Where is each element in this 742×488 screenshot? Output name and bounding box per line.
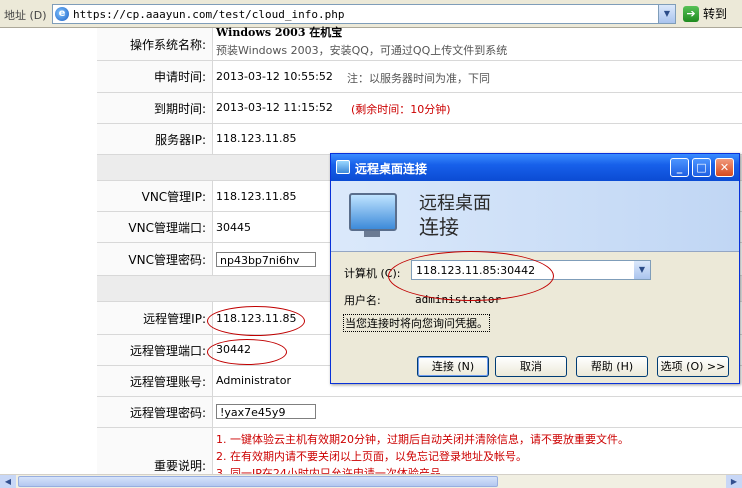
help-button[interactable]: 帮助 (H) <box>576 356 648 377</box>
remaining-time: (剩余时间：10分钟) <box>351 103 451 116</box>
row-expire-time: 到期时间: 2013-03-12 11:15:52 (剩余时间：10分钟) <box>97 93 742 124</box>
vnc-password-field[interactable]: np43bp7ni6hv <box>216 252 316 267</box>
label-remote-port: 远程管理端口: <box>97 335 213 365</box>
os-title: Windows 2003 在机宝 <box>216 26 343 39</box>
maximize-icon[interactable]: □ <box>692 158 711 177</box>
remote-desktop-dialog: 远程桌面连接 _ □ ✕ 远程桌面 连接 计算机 (C): 118.123.11… <box>330 153 740 384</box>
cancel-button[interactable]: 取消 <box>495 356 567 377</box>
go-button[interactable]: ➔ 转到 <box>683 5 727 23</box>
highlight-oval-remote-port <box>207 339 287 365</box>
highlight-oval-remote-ip <box>207 306 305 336</box>
label-vnc-port: VNC管理端口: <box>97 212 213 242</box>
address-input[interactable]: e https://cp.aaayun.com/test/cloud_info.… <box>52 4 676 24</box>
address-label: 地址 (D) <box>4 9 47 22</box>
monitor-stand <box>364 231 380 237</box>
expire-time-value: 2013-03-12 11:15:52 <box>216 101 333 114</box>
remote-password-field[interactable]: !yax7e45y9 <box>216 404 316 419</box>
close-icon[interactable]: ✕ <box>715 158 734 177</box>
vnc-ip-value: 118.123.11.85 <box>216 190 297 203</box>
highlight-oval-computer <box>388 251 554 301</box>
label-remote-password: 远程管理密码: <box>97 397 213 427</box>
address-bar: 地址 (D) e https://cp.aaayun.com/test/clou… <box>0 0 742 28</box>
options-button[interactable]: 选项 (O) >> <box>657 356 729 377</box>
ie-page-icon: e <box>55 7 69 21</box>
row-os: 操作系统名称: Windows 2003 在机宝 预装Windows 2003，… <box>97 26 742 61</box>
horizontal-scrollbar[interactable]: ◀ ▶ <box>0 474 742 488</box>
connect-button[interactable]: 连接 (N) <box>417 356 489 377</box>
chevron-down-icon[interactable]: ▼ <box>658 5 675 23</box>
dialog-banner: 远程桌面 连接 <box>331 181 739 252</box>
go-arrow-icon: ➔ <box>683 5 699 22</box>
label-os: 操作系统名称: <box>97 28 213 60</box>
row-remote-password: 远程管理密码: !yax7e45y9 <box>97 397 742 428</box>
scroll-thumb[interactable] <box>18 476 498 487</box>
os-desc: 预装Windows 2003，安装QQ，可通过QQ上传文件到系统 <box>216 44 508 57</box>
vnc-port-value: 30445 <box>216 221 251 234</box>
note-item-2: 2. 在有效期内请不要关闭以上页面，以免忘记登录地址及帐号。 <box>216 450 527 463</box>
label-vnc-password: VNC管理密码: <box>97 243 213 275</box>
row-server-ip: 服务器IP: 118.123.11.85 <box>97 124 742 155</box>
dialog-title: 远程桌面连接 <box>355 162 428 176</box>
remote-account-value: Administrator <box>216 374 291 387</box>
chevron-down-icon[interactable]: ▼ <box>634 261 650 279</box>
label-server-ip: 服务器IP: <box>97 124 213 154</box>
apply-time-note: 注：以服务器时间为准，下同 <box>347 72 490 85</box>
monitor-icon <box>349 193 397 231</box>
banner-line-2: 连接 <box>419 215 459 239</box>
label-apply-time: 申请时间: <box>97 61 213 92</box>
username-label: 用户名: <box>344 294 381 307</box>
address-url[interactable]: https://cp.aaayun.com/test/cloud_info.ph… <box>73 8 345 21</box>
row-apply-time: 申请时间: 2013-03-12 10:55:52 注：以服务器时间为准，下同 <box>97 61 742 93</box>
label-remote-ip: 远程管理IP: <box>97 302 213 334</box>
left-margin <box>0 28 98 474</box>
remote-desktop-icon <box>336 160 350 174</box>
server-ip-value: 118.123.11.85 <box>216 132 297 145</box>
label-vnc-ip: VNC管理IP: <box>97 181 213 211</box>
credential-note: 当您连接时将向您询问凭据。 <box>343 314 490 332</box>
label-notes: 重要说明: <box>97 428 213 474</box>
label-expire-time: 到期时间: <box>97 93 213 123</box>
row-notes: 重要说明: 1. 一键体验云主机有效期20分钟，过期后自动关闭并清除信息，请不要… <box>97 428 742 480</box>
scroll-left-arrow-icon[interactable]: ◀ <box>0 475 16 488</box>
apply-time-value: 2013-03-12 10:55:52 <box>216 70 333 83</box>
go-label: 转到 <box>703 7 728 21</box>
label-remote-account: 远程管理账号: <box>97 366 213 396</box>
note-item-1: 1. 一键体验云主机有效期20分钟，过期后自动关闭并清除信息，请不要放重要文件。 <box>216 433 629 446</box>
dialog-titlebar[interactable]: 远程桌面连接 _ □ ✕ <box>331 154 739 181</box>
scroll-right-arrow-icon[interactable]: ▶ <box>726 475 742 488</box>
minimize-icon[interactable]: _ <box>670 158 689 177</box>
